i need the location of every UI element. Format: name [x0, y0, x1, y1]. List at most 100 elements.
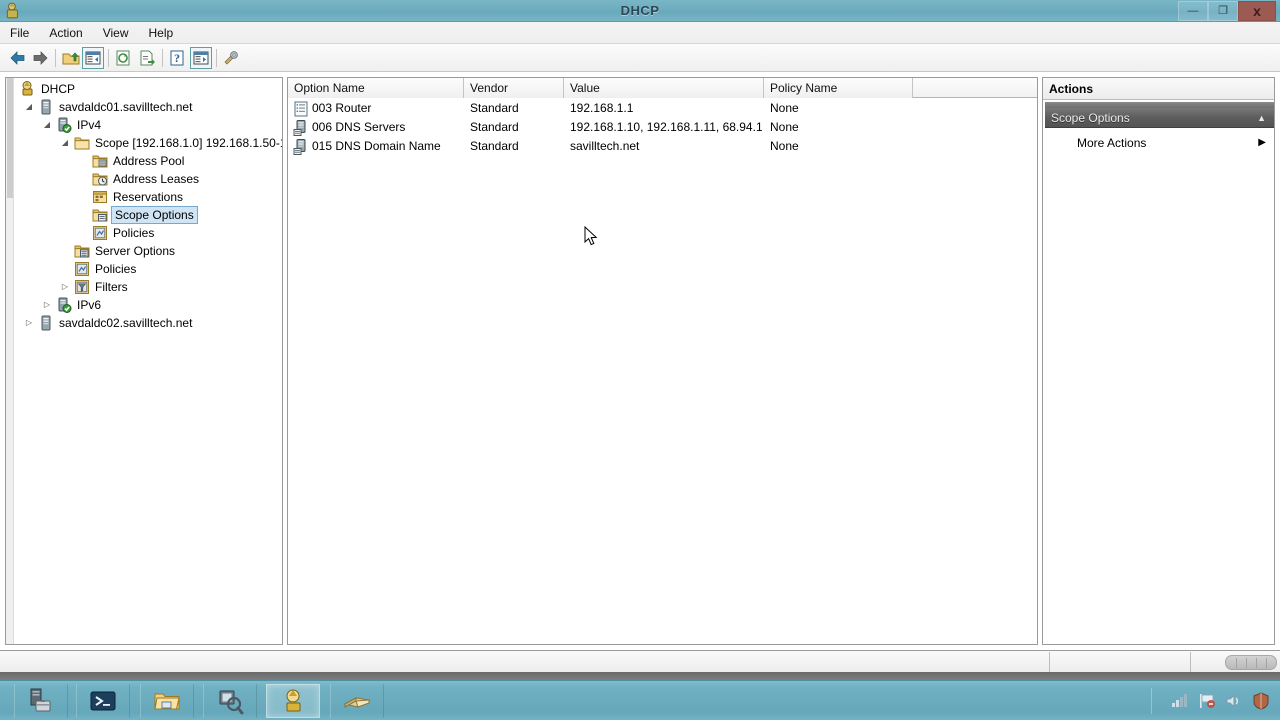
tree-expand-toggle-collapsed[interactable]: ▷ — [60, 278, 70, 296]
dhcp-root-icon — [20, 81, 36, 97]
column-header-vendor[interactable]: Vendor — [464, 78, 564, 98]
tree-expand-toggle-expanded[interactable]: ◢ — [24, 98, 34, 116]
tree-expand-toggle-expanded[interactable]: ◢ — [42, 116, 52, 134]
cell-policy-name: None — [770, 139, 799, 153]
option-list-icon — [293, 101, 308, 117]
tree-expand-toggle-collapsed[interactable]: ▷ — [42, 296, 52, 314]
chevron-up-icon[interactable]: ▲ — [1257, 108, 1266, 128]
tree-item-label: savdaldc02.savilltech.net — [59, 316, 193, 330]
close-icon: x — [1253, 3, 1261, 19]
cell-policy-name: None — [770, 101, 799, 115]
show-hide-tree-button[interactable] — [82, 47, 104, 69]
properties-button[interactable] — [190, 47, 212, 69]
menu-help[interactable]: Help — [139, 22, 184, 44]
question-mark-icon: ? — [170, 50, 184, 66]
maximize-restore-button[interactable]: ❐ — [1208, 1, 1238, 21]
tree-item-label: Scope Options — [111, 206, 198, 224]
server-icon — [38, 99, 54, 115]
network-icon[interactable] — [1171, 692, 1189, 710]
refresh-button[interactable] — [112, 47, 134, 69]
taskbar-powershell[interactable] — [76, 684, 130, 718]
status-pane-1 — [1049, 652, 1056, 672]
chevron-right-icon: ▶ — [1258, 137, 1266, 148]
export-list-button[interactable] — [136, 47, 158, 69]
taskbar-dhcp[interactable] — [266, 684, 320, 718]
table-row[interactable]: 015 DNS Domain Name Standard savilltech.ne… — [288, 137, 1037, 156]
minimize-button[interactable]: — — [1178, 1, 1208, 21]
tree-expand-toggle-collapsed[interactable]: ▷ — [24, 314, 34, 332]
ipv6-icon — [56, 297, 72, 313]
dhcp-icon — [286, 689, 301, 712]
tree-item-label: Address Leases — [113, 172, 200, 186]
tools-icon — [224, 51, 238, 65]
server-manager-icon — [30, 688, 51, 712]
system-tray — [1156, 686, 1276, 716]
tree-scrollbar[interactable] — [6, 78, 14, 644]
flag-icon[interactable] — [1198, 692, 1216, 710]
cell-value: savilltech.net — [570, 139, 640, 153]
tree-item-label: Address Pool — [113, 154, 185, 168]
tree-item-label: Policies — [95, 262, 137, 276]
column-header-value[interactable]: Value — [564, 78, 764, 98]
tree-item-label: IPv4 — [77, 118, 102, 132]
show-tree-icon — [85, 51, 101, 65]
work-area: DHCP ◢ savdaldc01.savilltech.net ◢ IPv4 ◢ Scop… — [0, 72, 1280, 650]
reservations-icon — [92, 189, 108, 205]
tree-item-label: Policies — [113, 226, 155, 240]
taskbar-file-explorer[interactable] — [140, 684, 194, 718]
taskbar-notepad[interactable] — [330, 684, 384, 718]
file-explorer-icon — [154, 693, 180, 710]
forward-button[interactable] — [30, 47, 52, 69]
volume-icon[interactable] — [1225, 692, 1243, 710]
dns-server-icon — [293, 120, 308, 136]
cell-vendor: Standard — [470, 139, 519, 153]
column-header-option-name[interactable]: Option Name — [288, 78, 464, 98]
up-folder-icon — [62, 52, 80, 65]
address-leases-icon — [92, 171, 108, 187]
taskbar — [0, 680, 1280, 720]
taskbar-server-manager[interactable] — [14, 684, 68, 718]
address-pool-icon — [92, 153, 108, 169]
table-row[interactable]: 006 DNS Servers Standard 192.168.1.10, 192… — [288, 118, 1037, 137]
status-pane-2 — [1190, 652, 1197, 672]
help-button[interactable]: ? — [166, 47, 188, 69]
scope-folder-icon — [74, 135, 90, 151]
console-tree[interactable]: DHCP ◢ savdaldc01.savilltech.net ◢ IPv4 ◢ Scop… — [5, 77, 283, 645]
configure-button[interactable] — [220, 47, 242, 69]
menu-bar: File Action View Help — [0, 22, 1280, 44]
policies-icon — [92, 225, 108, 241]
table-row[interactable]: 003 Router Standard 192.168.1.1 None — [288, 99, 1037, 118]
menu-view[interactable]: View — [93, 22, 139, 44]
close-button[interactable]: x — [1238, 1, 1276, 21]
tree-item-label: DHCP — [41, 82, 76, 96]
forward-arrow-icon — [33, 51, 48, 65]
menu-file[interactable]: File — [0, 22, 39, 44]
properties-icon — [193, 51, 209, 65]
menu-action[interactable]: Action — [39, 22, 92, 44]
back-button[interactable] — [6, 47, 28, 69]
refresh-icon — [116, 50, 130, 66]
cell-policy-name: None — [770, 120, 799, 134]
taskbar-hyperv-manager[interactable] — [203, 684, 257, 718]
tree-item-label: savdaldc01.savilltech.net — [59, 100, 193, 114]
cell-value: 192.168.1.1 — [570, 101, 634, 115]
action-more-actions[interactable]: More Actions ▶ — [1045, 132, 1274, 154]
column-header-policy-name[interactable]: Policy Name — [764, 78, 913, 98]
cell-vendor: Standard — [470, 120, 519, 134]
tree-item-label: Server Options — [95, 244, 176, 258]
cell-value: 192.168.1.10, 192.168.1.11, 68.94.1... — [570, 120, 762, 134]
toolbar: ? — [0, 44, 1280, 72]
options-list-view[interactable]: Option Name Vendor Value Policy Name 003 Ro… — [287, 77, 1038, 645]
back-arrow-icon — [10, 51, 25, 65]
scope-options-icon — [92, 207, 108, 223]
up-one-level-button[interactable] — [60, 47, 82, 69]
actions-group-header[interactable]: Scope Options ▲ — [1045, 108, 1274, 128]
cell-vendor: Standard — [470, 101, 519, 115]
desktop-background — [0, 672, 1280, 680]
hyperv-manager-icon — [219, 690, 244, 715]
tree-item-label: Scope [192.168.1.0] 192.168.1.50-159 — [95, 136, 283, 150]
title-bar: DHCP — ❐ x — [0, 0, 1280, 22]
resize-grip[interactable] — [1225, 655, 1277, 670]
shield-icon[interactable] — [1252, 692, 1270, 710]
tree-expand-toggle-expanded[interactable]: ◢ — [60, 134, 70, 152]
